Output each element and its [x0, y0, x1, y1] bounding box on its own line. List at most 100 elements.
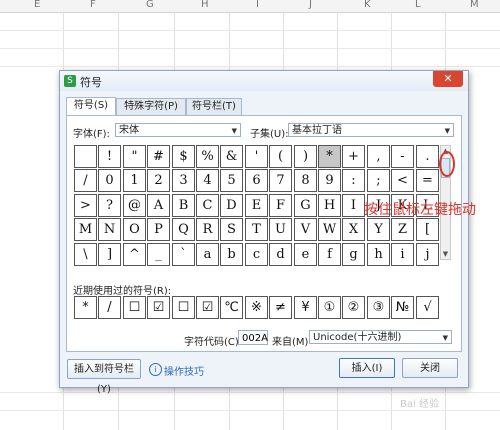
column-header-i[interactable]: I [256, 0, 259, 10]
close-button[interactable]: 关闭 [402, 358, 458, 378]
symbol-cell[interactable]: F [269, 194, 292, 217]
symbol-cell[interactable]: ] [98, 243, 121, 266]
symbol-cell[interactable]: 9 [318, 169, 341, 192]
symbol-cell[interactable]: / [74, 169, 97, 192]
symbol-cell[interactable]: ) [294, 145, 317, 168]
tips-link[interactable]: 操作技巧 [164, 363, 204, 378]
recent-symbol-cell[interactable]: ※ [245, 296, 268, 319]
symbol-cell[interactable]: < [391, 169, 414, 192]
symbol-cell[interactable]: Q [172, 218, 195, 241]
symbol-cell[interactable]: 0 [98, 169, 121, 192]
symbol-cell[interactable]: - [391, 145, 414, 168]
symbol-cell[interactable]: S [220, 218, 243, 241]
column-header-j[interactable]: J [309, 0, 312, 10]
subset-select[interactable]: 基本拉丁语 ▼ [288, 123, 454, 137]
recent-symbol-cell[interactable]: ≠ [269, 296, 292, 319]
symbol-cell[interactable]: ( [269, 145, 292, 168]
symbol-cell[interactable]: + [342, 145, 365, 168]
symbol-cell[interactable]: b [220, 243, 243, 266]
symbol-cell[interactable]: 3 [172, 169, 195, 192]
symbol-cell[interactable]: 4 [196, 169, 219, 192]
symbol-cell[interactable] [74, 145, 97, 168]
symbol-cell[interactable]: ' [245, 145, 268, 168]
insert-to-symbol-bar-button[interactable]: 插入到符号栏(Y) [67, 359, 141, 395]
symbol-cell[interactable]: ; [367, 169, 390, 192]
symbol-cell[interactable]: U [269, 218, 292, 241]
symbol-cell[interactable]: W [318, 218, 341, 241]
symbol-cell[interactable]: A [147, 194, 170, 217]
symbol-cell[interactable]: E [245, 194, 268, 217]
column-header-m[interactable]: M [470, 0, 479, 10]
symbol-cell[interactable]: g [342, 243, 365, 266]
symbol-cell[interactable]: P [147, 218, 170, 241]
symbol-cell[interactable]: _ [147, 243, 170, 266]
symbol-cell[interactable]: 6 [245, 169, 268, 192]
recent-symbol-cell[interactable]: ☑ [147, 296, 170, 319]
from-select[interactable]: Unicode(十六进制) ▼ [309, 330, 452, 344]
symbol-cell[interactable]: ! [98, 145, 121, 168]
symbol-cell[interactable]: & [220, 145, 243, 168]
char-code-input[interactable]: 002A [238, 330, 268, 345]
symbol-cell[interactable]: 8 [294, 169, 317, 192]
symbol-cell[interactable]: a [196, 243, 219, 266]
symbol-cell[interactable]: # [147, 145, 170, 168]
recent-symbol-cell[interactable]: ☐ [123, 296, 146, 319]
symbol-cell[interactable]: H [318, 194, 341, 217]
symbol-cell[interactable]: 5 [220, 169, 243, 192]
column-header-h[interactable]: H [201, 0, 209, 10]
symbol-cell[interactable]: R [196, 218, 219, 241]
symbol-cell[interactable]: h [367, 243, 390, 266]
symbol-cell[interactable]: c [245, 243, 268, 266]
recent-symbol-cell[interactable]: / [98, 296, 121, 319]
insert-button[interactable]: 插入(I) [339, 358, 395, 378]
symbol-cell[interactable]: X [342, 218, 365, 241]
symbol-cell[interactable]: f [318, 243, 341, 266]
font-select[interactable]: 宋体 ▼ [115, 123, 241, 137]
symbol-cell[interactable]: " [123, 145, 146, 168]
recent-symbol-cell[interactable]: ② [342, 296, 365, 319]
symbol-cell[interactable]: $ [172, 145, 195, 168]
symbol-cell[interactable]: * [318, 145, 341, 168]
symbol-cell[interactable]: D [220, 194, 243, 217]
tab-special-chars[interactable]: 特殊字符(P) [116, 98, 186, 115]
column-header-g[interactable]: G [146, 0, 154, 10]
symbol-cell[interactable]: @ [123, 194, 146, 217]
symbol-cell[interactable]: > [74, 194, 97, 217]
recent-symbol-cell[interactable]: ① [318, 296, 341, 319]
symbol-cell[interactable]: Z [391, 218, 414, 241]
column-header-k[interactable]: K [364, 0, 371, 10]
symbol-cell[interactable]: I [342, 194, 365, 217]
recent-symbol-cell[interactable]: ☑ [196, 296, 219, 319]
symbol-cell[interactable]: T [245, 218, 268, 241]
dialog-titlebar[interactable]: S 符号 ✕ [60, 71, 468, 91]
symbol-cell[interactable]: % [196, 145, 219, 168]
tab-symbols[interactable]: 符号(S) [66, 97, 116, 116]
symbol-cell[interactable]: 7 [269, 169, 292, 192]
recent-symbol-cell[interactable]: № [391, 296, 414, 319]
symbol-cell[interactable]: \ [74, 243, 97, 266]
symbol-cell[interactable]: G [294, 194, 317, 217]
symbol-cell[interactable]: C [196, 194, 219, 217]
symbol-cell[interactable]: : [342, 169, 365, 192]
symbol-cell[interactable]: i [391, 243, 414, 266]
recent-symbol-cell[interactable]: √ [416, 296, 439, 319]
column-header-e[interactable]: E [34, 0, 40, 10]
recent-symbol-cell[interactable]: ☐ [172, 296, 195, 319]
symbol-cell[interactable]: N [98, 218, 121, 241]
symbol-cell[interactable]: B [172, 194, 195, 217]
symbol-cell[interactable]: O [123, 218, 146, 241]
symbol-cell[interactable]: ` [172, 243, 195, 266]
recent-symbol-cell[interactable]: * [74, 296, 97, 319]
recent-symbol-cell[interactable]: ℃ [220, 296, 243, 319]
symbol-cell[interactable]: e [294, 243, 317, 266]
close-icon[interactable]: ✕ [433, 71, 463, 87]
symbol-cell[interactable]: d [269, 243, 292, 266]
symbol-cell[interactable]: ? [98, 194, 121, 217]
symbol-cell[interactable]: [ [416, 218, 439, 241]
column-header-f[interactable]: F [90, 0, 96, 10]
symbol-cell[interactable]: j [416, 243, 439, 266]
symbol-cell[interactable]: = [416, 169, 439, 192]
recent-symbol-cell[interactable]: ¥ [294, 296, 317, 319]
tab-symbol-bar[interactable]: 符号栏(T) [186, 98, 242, 115]
symbol-cell[interactable]: . [416, 145, 439, 168]
